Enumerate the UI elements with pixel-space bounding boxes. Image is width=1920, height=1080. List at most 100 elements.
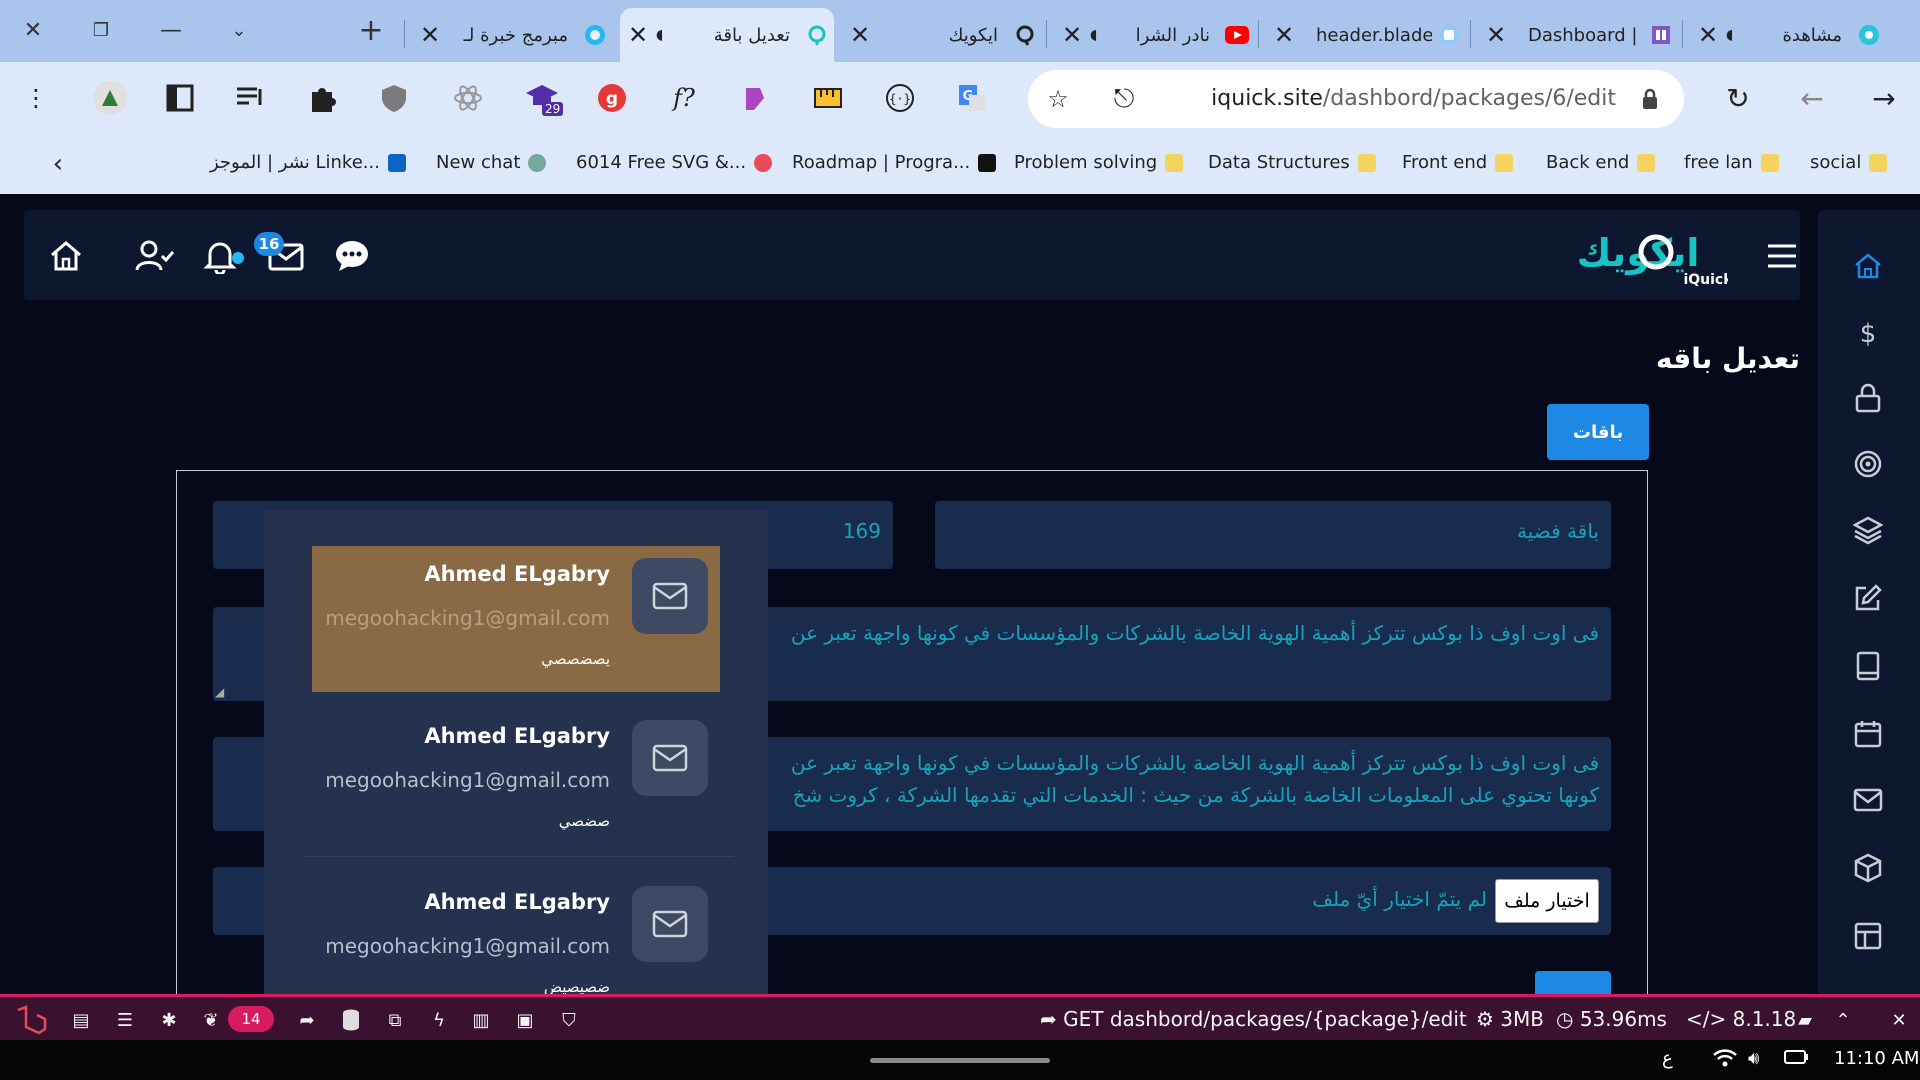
- tab-3[interactable]: ✕ ◖ نادر الشرا: [1054, 8, 1254, 62]
- edit-icon[interactable]: [1848, 578, 1888, 618]
- graduation-cap-icon[interactable]: 29: [518, 74, 566, 122]
- request-tags-icon[interactable]: ⛉: [556, 1007, 582, 1033]
- message-item-active[interactable]: Ahmed ELgabry megoohacking1@gmail.com يص…: [312, 546, 720, 692]
- bookmark-folder-front-end[interactable]: Front end: [1402, 152, 1514, 173]
- color-picker-icon[interactable]: [730, 74, 778, 122]
- packages-button[interactable]: باقات: [1547, 404, 1649, 460]
- shield-extension-icon[interactable]: [370, 74, 418, 122]
- reading-list-icon[interactable]: [226, 74, 274, 122]
- tab-search-icon[interactable]: ⌄: [214, 8, 264, 52]
- resize-handle-icon[interactable]: ◢: [215, 685, 224, 699]
- close-tab-icon[interactable]: ✕: [1478, 21, 1514, 49]
- chevron-left-icon[interactable]: ‹: [34, 140, 82, 188]
- tab-4[interactable]: ✕ ايكويك: [842, 8, 1042, 62]
- bookmark-roadmap[interactable]: Roadmap | Progra...: [792, 152, 997, 173]
- close-tab-icon[interactable]: ✕: [842, 21, 878, 49]
- keyboard-language[interactable]: ع: [1662, 1048, 1673, 1069]
- tab-0[interactable]: ✕ ◖ مشاهدة: [1690, 8, 1886, 62]
- forward-arrow-icon[interactable]: →: [1860, 74, 1908, 122]
- home-icon[interactable]: [44, 234, 88, 278]
- font-finder-icon[interactable]: f?: [660, 74, 708, 122]
- session-archive-icon[interactable]: ▣: [512, 1007, 538, 1033]
- tab-1[interactable]: ✕ Dashboard |: [1478, 8, 1678, 62]
- close-debugbar-icon[interactable]: ✕: [1886, 1007, 1912, 1033]
- close-tab-icon[interactable]: ✕: [1690, 21, 1726, 49]
- tab-2[interactable]: ✕ header.blade: [1266, 8, 1466, 62]
- volume-icon[interactable]: 🔊︎: [1748, 1048, 1759, 1069]
- bookmark-linkedin[interactable]: نشر | الموجز Linke...: [210, 152, 406, 173]
- system-clock[interactable]: 11:10 AM: [1834, 1048, 1919, 1069]
- sidebar-panel-icon[interactable]: [156, 74, 204, 122]
- layers-icon[interactable]: [1848, 510, 1888, 550]
- bookmark-folder-back-end[interactable]: Back end: [1546, 152, 1656, 173]
- bookmark-new-chat[interactable]: New chat: [436, 152, 547, 173]
- wifi-icon[interactable]: [1712, 1048, 1738, 1073]
- envelope-icon[interactable]: [1848, 780, 1888, 820]
- target-icon[interactable]: [1848, 444, 1888, 484]
- menu-dots-icon[interactable]: ⋮: [12, 74, 60, 122]
- exceptions-bug-icon[interactable]: ✱: [156, 1007, 182, 1033]
- folder-open-icon[interactable]: ▰: [1792, 1007, 1818, 1033]
- url-domain: iquick.site: [1211, 86, 1323, 111]
- time-text[interactable]: ◷ 53.96ms: [1556, 1007, 1667, 1031]
- memory-text[interactable]: ⚙ 3MB: [1476, 1007, 1544, 1031]
- close-window-icon[interactable]: ✕: [8, 8, 58, 52]
- box-icon[interactable]: [1848, 848, 1888, 888]
- views-leaf-icon[interactable]: ❦: [198, 1007, 224, 1033]
- layout-icon[interactable]: [1848, 916, 1888, 956]
- grammarly-icon[interactable]: g: [588, 74, 636, 122]
- package-name-input[interactable]: باقة فضية: [935, 501, 1611, 569]
- new-tab-icon[interactable]: +: [346, 8, 396, 52]
- database-icon[interactable]: [338, 1007, 364, 1033]
- chat-bubble-icon[interactable]: [330, 234, 374, 278]
- sidebar-home-icon[interactable]: [1848, 246, 1888, 286]
- profile-avatar-icon[interactable]: [86, 74, 134, 122]
- dollar-icon[interactable]: $: [1848, 314, 1888, 354]
- choose-file-button[interactable]: اختيار ملف: [1495, 879, 1599, 923]
- iquick-logo[interactable]: ايكويك iQuick: [1577, 222, 1734, 288]
- google-translate-icon[interactable]: G: [948, 74, 996, 122]
- react-devtools-icon[interactable]: [444, 74, 492, 122]
- tab-active[interactable]: ✕ ◖ تعديل باقة: [620, 8, 834, 62]
- route-share-icon[interactable]: ➦: [294, 1007, 320, 1033]
- bookmark-svg[interactable]: 6014 Free SVG &...: [576, 152, 773, 173]
- mail-panel-icon[interactable]: ▥: [468, 1007, 494, 1033]
- lock-icon[interactable]: [1848, 378, 1888, 418]
- address-bar[interactable]: ☆ ⎋ iquick.site/dashbord/packages/6/edit: [1028, 70, 1684, 128]
- bookmark-folder-social[interactable]: social: [1810, 152, 1888, 173]
- bookmark-folder-data-structures[interactable]: Data Structures: [1208, 152, 1376, 173]
- back-arrow-icon[interactable]: ←: [1788, 74, 1836, 122]
- gesture-handle[interactable]: [870, 1058, 1050, 1063]
- bookmark-folder-problem-solving[interactable]: Problem solving: [1014, 152, 1184, 173]
- messages-panel-icon[interactable]: ▤: [68, 1007, 94, 1033]
- extensions-icon[interactable]: [298, 74, 346, 122]
- laravel-logo-icon[interactable]: [14, 1005, 48, 1035]
- models-cubes-icon[interactable]: ⧉: [382, 1007, 408, 1033]
- battery-icon[interactable]: [1784, 1048, 1810, 1071]
- close-tab-icon[interactable]: ✕: [620, 21, 656, 49]
- close-tab-icon[interactable]: ✕: [1266, 21, 1302, 49]
- route-text[interactable]: ➦ GET dashbord/packages/{package}/edit: [1040, 1007, 1467, 1031]
- user-check-icon[interactable]: [132, 234, 176, 278]
- message-item[interactable]: Ahmed ELgabry megoohacking1@gmail.com صض…: [312, 708, 720, 854]
- timeline-panel-icon[interactable]: ☰: [112, 1007, 138, 1033]
- share-icon[interactable]: ⎋: [1100, 75, 1148, 123]
- lock-icon[interactable]: [1626, 75, 1674, 123]
- star-bookmark-icon[interactable]: ☆: [1034, 75, 1082, 123]
- php-version-text[interactable]: </> 8.1.18: [1686, 1007, 1796, 1031]
- calendar-icon[interactable]: [1848, 714, 1888, 754]
- restore-window-icon[interactable]: ❐: [76, 8, 126, 52]
- minimize-window-icon[interactable]: —: [146, 8, 196, 52]
- close-tab-icon[interactable]: ✕: [412, 21, 448, 49]
- url-text[interactable]: iquick.site/dashbord/packages/6/edit: [1211, 86, 1616, 111]
- events-bolt-icon[interactable]: ϟ: [426, 1007, 452, 1033]
- tab-6[interactable]: ✕ مبرمج خبرة لـ: [412, 8, 612, 62]
- book-icon[interactable]: [1848, 646, 1888, 686]
- hamburger-menu-icon[interactable]: [1764, 238, 1800, 274]
- reload-icon[interactable]: ↻: [1714, 74, 1762, 122]
- ruler-extension-icon[interactable]: [804, 74, 852, 122]
- code-extension-icon[interactable]: {·}: [876, 74, 924, 122]
- bookmark-folder-free-lan[interactable]: free lan: [1684, 152, 1779, 173]
- close-tab-icon[interactable]: ✕: [1054, 21, 1090, 49]
- chevron-up-icon[interactable]: ⌃: [1830, 1007, 1856, 1033]
